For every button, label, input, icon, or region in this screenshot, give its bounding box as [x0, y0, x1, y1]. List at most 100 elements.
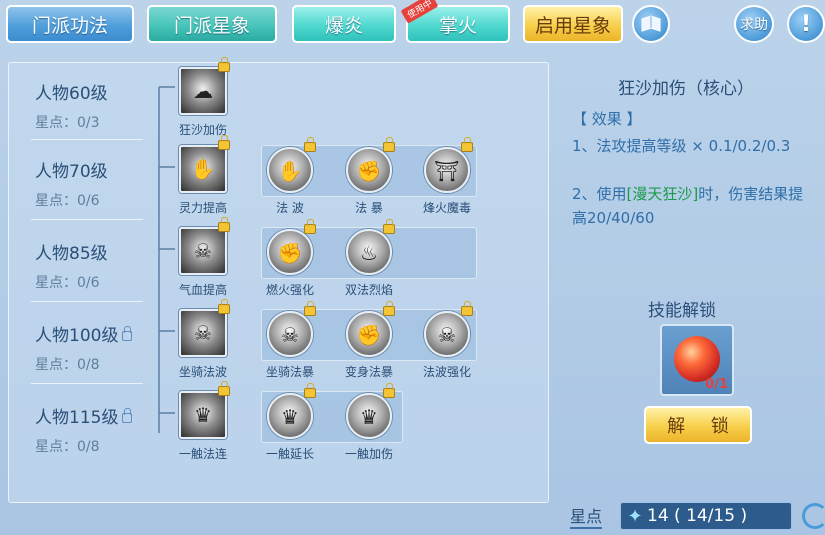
- palm-wave-skill-icon: ✋: [267, 137, 316, 193]
- skill-label: 灵力提高: [178, 201, 227, 215]
- star-point-icon: ✦: [627, 506, 643, 527]
- red-gem-icon: [674, 336, 720, 382]
- skill-node-fenghuo[interactable]: ⛩ 烽火魔毒: [417, 137, 477, 216]
- in-use-badge: 使用中: [400, 0, 439, 24]
- tab-zhanghuo[interactable]: 使用中 掌火: [400, 0, 510, 43]
- demon-crest-skill-icon: ♛: [179, 381, 230, 439]
- item-count: 0/1: [705, 377, 728, 392]
- skill-node-bianshen[interactable]: ✊ 变身法暴: [339, 301, 399, 380]
- skill-node-shuangfa[interactable]: ♨ 双法烈焰: [339, 219, 399, 298]
- divider: [31, 219, 143, 220]
- star-points-bar: 星点 ✦ 14 ( 14/15 ) +: [556, 500, 825, 535]
- top-tab-bar: 门派功法 门派星象 爆炎 使用中 掌火 启用星象 求助 !: [0, 0, 825, 50]
- star-points-label: 星点: [570, 503, 603, 529]
- skill-node-yichu-yanchang[interactable]: ♛ 一触延长: [260, 383, 320, 462]
- skill-label: 法 波: [276, 201, 304, 215]
- skill-node-kuangsha[interactable]: ☁ 狂沙加伤: [173, 57, 233, 138]
- unlock-item-slot[interactable]: 0/1: [660, 324, 734, 396]
- skill-link[interactable]: [漫天狂沙]: [627, 185, 699, 203]
- enable-constellation-button[interactable]: 启用星象: [523, 5, 623, 43]
- padlock-icon: [383, 219, 395, 234]
- refresh-icon[interactable]: [802, 503, 825, 529]
- level-name-text: 人物100级: [35, 326, 119, 346]
- skill-label: 一触法连: [178, 447, 227, 461]
- sandstorm-skill-icon: ☁: [179, 57, 230, 115]
- spirit-hand-skill-icon: ✋: [179, 135, 230, 193]
- level-name: 人物70级: [35, 157, 155, 182]
- skill-node-fabo[interactable]: ✋ 法 波: [260, 137, 320, 216]
- tab-baoyan-label: 爆炎: [324, 14, 363, 37]
- skill-node-fabao[interactable]: ✊ 法 暴: [339, 137, 399, 216]
- skill-label: 烽火魔毒: [422, 201, 471, 215]
- padlock-icon: [218, 135, 230, 150]
- level-100: 人物100级 星点：0/8: [35, 321, 155, 374]
- skill-detail-panel: 狂沙加伤（核心） 【 效果 】 1、法攻提高等级 × 0.1/0.2/0.3 2…: [556, 62, 825, 503]
- level-115: 人物115级 星点：0/8: [35, 403, 155, 456]
- unlock-title: 技能解锁: [648, 301, 716, 321]
- skill-node-ranhuo[interactable]: ✊ 燃火强化: [260, 219, 320, 298]
- level-stars: 星点：0/6: [35, 193, 100, 209]
- demon-face-skill-icon: ☠: [267, 301, 316, 357]
- star-points-value: 14 ( 14/15 ): [647, 506, 748, 526]
- skill-node-qixue[interactable]: ☠ 气血提高: [173, 217, 233, 298]
- level-name-text: 人物85级: [35, 244, 108, 264]
- tab-sect-skills[interactable]: 门派功法: [6, 5, 134, 43]
- padlock-icon: [218, 57, 230, 72]
- skill-label: 一触延长: [265, 447, 314, 461]
- padlock-icon: [383, 137, 395, 152]
- padlock-icon: [304, 301, 316, 316]
- tab-sect-constellation-label: 门派星象: [173, 14, 250, 37]
- level-stars: 星点：0/6: [35, 275, 100, 291]
- skill-label: 法 暴: [355, 201, 383, 215]
- info-icon[interactable]: !: [787, 5, 825, 43]
- lock-icon: [122, 325, 133, 341]
- level-stars: 星点：0/3: [35, 115, 100, 131]
- padlock-icon: [304, 383, 316, 398]
- fist-skill-icon: ✊: [346, 301, 395, 357]
- skill-node-zuoqi-fabo[interactable]: ☠ 坐骑法波: [173, 299, 233, 380]
- effect-line-2-prefix: 2、使用: [572, 185, 627, 203]
- level-name-text: 人物60级: [35, 84, 108, 104]
- tab-sect-skills-label: 门派功法: [31, 14, 108, 37]
- level-name: 人物100级: [35, 321, 155, 346]
- skill-node-yichu-falian[interactable]: ♛ 一触法连: [173, 381, 233, 462]
- tab-sect-constellation[interactable]: 门派星象: [147, 5, 277, 43]
- skill-label: 变身法暴: [344, 365, 393, 379]
- unlock-button-label: 解 锁: [667, 416, 739, 437]
- skill-node-lingli[interactable]: ✋ 灵力提高: [173, 135, 233, 216]
- help-button[interactable]: 求助: [734, 5, 774, 43]
- skill-label: 坐骑法波: [178, 365, 227, 379]
- skill-node-zuoqi-fabao[interactable]: ☠ 坐骑法暴: [260, 301, 320, 380]
- skill-label: 一触加伤: [344, 447, 393, 461]
- padlock-icon: [304, 219, 316, 234]
- unlock-button[interactable]: 解 锁: [644, 406, 752, 444]
- level-stars: 星点：0/8: [35, 357, 100, 373]
- tab-baoyan[interactable]: 爆炎: [292, 5, 396, 43]
- burst-skill-icon: ✊: [346, 137, 395, 193]
- fist-skill-icon: ✊: [267, 219, 316, 275]
- demon-crest-skill-icon: ♛: [267, 383, 316, 439]
- skill-label: 气血提高: [178, 283, 227, 297]
- demon-face-skill-icon: ☠: [424, 301, 473, 357]
- level-name-text: 人物70级: [35, 162, 108, 182]
- skill-label: 法波强化: [422, 365, 471, 379]
- padlock-icon: [383, 383, 395, 398]
- demon-face-skill-icon: ☠: [179, 217, 230, 275]
- skill-node-fabo-qianghua[interactable]: ☠ 法波强化: [417, 301, 477, 380]
- effect-line-2: 2、使用[漫天狂沙]时，伤害结果提高20/40/60: [572, 182, 818, 230]
- divider: [31, 139, 143, 140]
- padlock-icon: [218, 381, 230, 396]
- level-stars: 星点：0/8: [35, 439, 100, 455]
- lock-icon: [122, 407, 133, 423]
- info-glyph: !: [800, 11, 812, 37]
- level-name: 人物115级: [35, 403, 155, 428]
- level-name: 人物85级: [35, 239, 155, 264]
- level-70: 人物70级 星点：0/6: [35, 157, 155, 210]
- padlock-icon: [461, 137, 473, 152]
- padlock-icon: [304, 137, 316, 152]
- skill-node-yichu-jiashang[interactable]: ♛ 一触加伤: [339, 383, 399, 462]
- help-label: 求助: [740, 17, 768, 33]
- pagoda-skill-icon: ⛩: [424, 137, 473, 193]
- book-icon[interactable]: [632, 5, 670, 43]
- effect-line-1: 1、法攻提高等级 × 0.1/0.2/0.3: [572, 137, 791, 155]
